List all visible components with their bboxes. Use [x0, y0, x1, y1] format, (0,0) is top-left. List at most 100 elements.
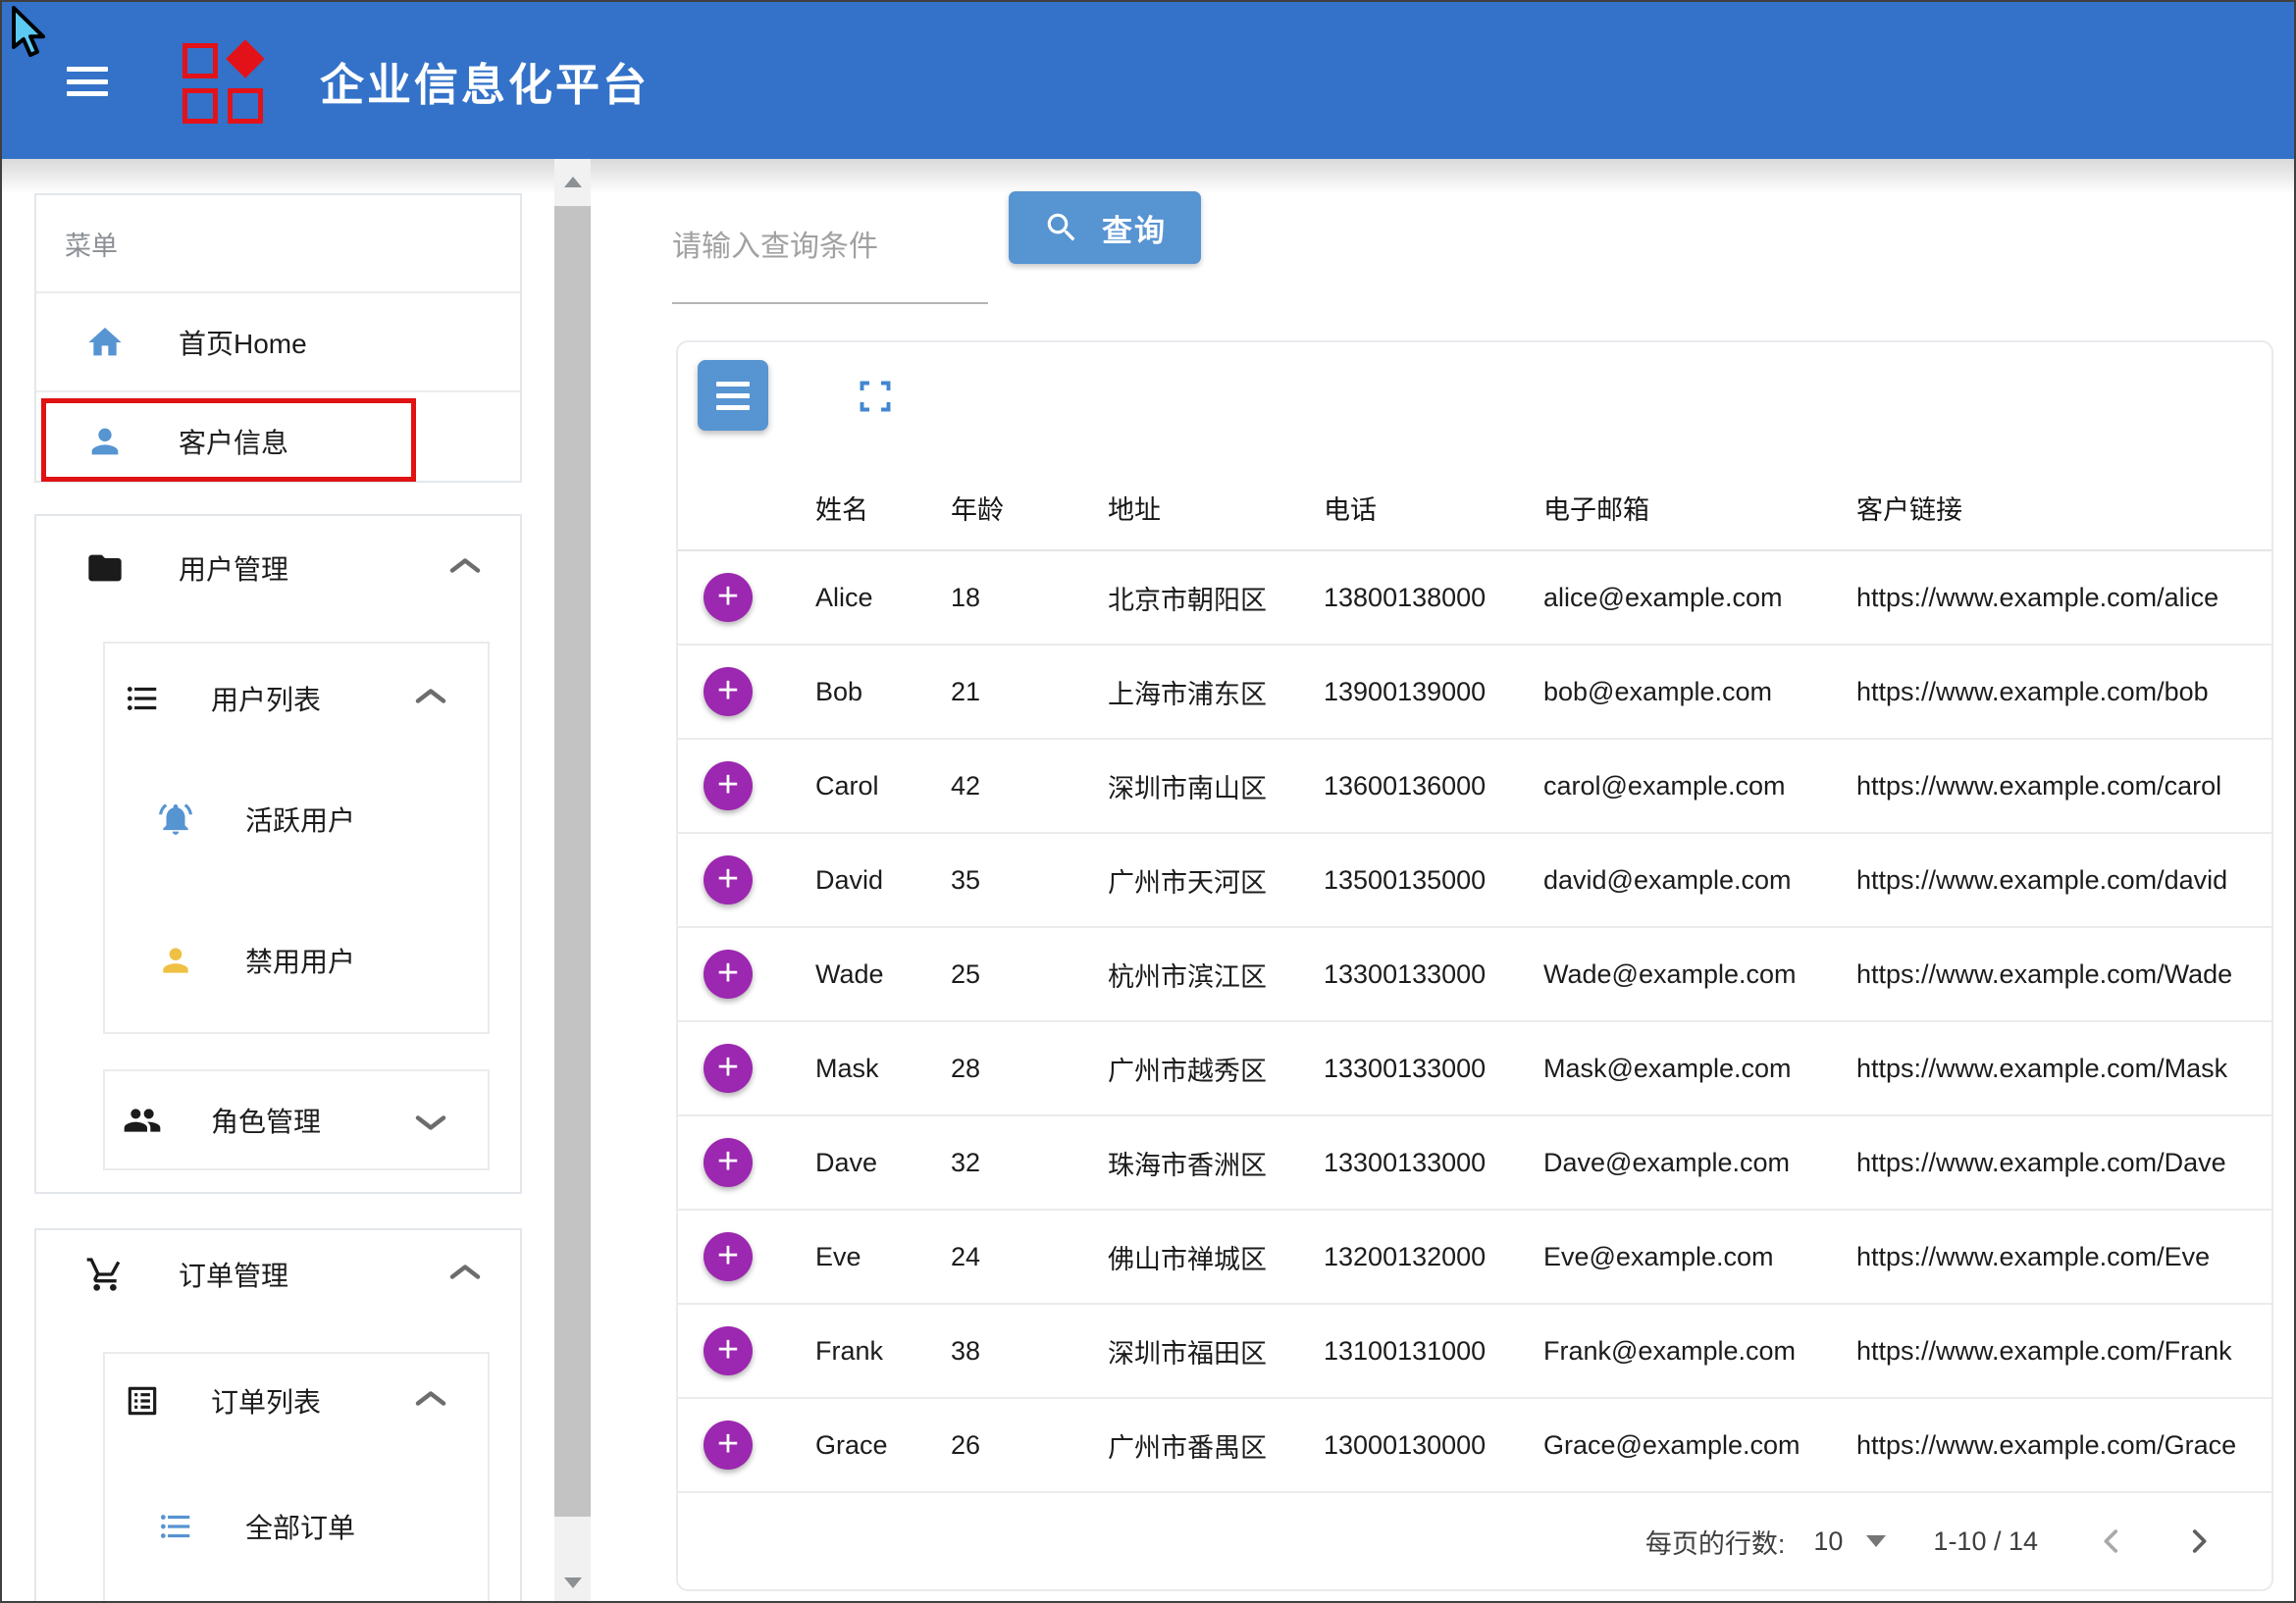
table-row: + Bob 21 上海市浦东区 13900139000 bob@example.… [678, 646, 2271, 740]
cell-expand: + [678, 1421, 815, 1470]
expand-row-button[interactable]: + [704, 761, 753, 810]
table-row: + Frank 38 深圳市福田区 13100131000 Frank@exam… [678, 1305, 2271, 1399]
sidebar-item-user-list[interactable]: 用户列表 [105, 644, 488, 753]
menu-label: 菜单 [65, 225, 118, 263]
scroll-up-button[interactable] [554, 159, 591, 204]
rows-per-page-value: 10 [1813, 1526, 1843, 1557]
table-toolbar [678, 342, 2271, 465]
cell-email: david@example.com [1543, 865, 1856, 896]
sidebar-item-active-users[interactable]: 活跃用户 [105, 753, 488, 885]
sidebar-item-order-list[interactable]: 订单列表 [105, 1354, 488, 1448]
cell-name: Frank [815, 1336, 951, 1367]
sidebar-item-disabled-users[interactable]: 禁用用户 [105, 885, 488, 1036]
expand-row-button[interactable]: + [704, 1326, 753, 1375]
expand-row-button[interactable]: + [704, 950, 753, 999]
table-row: + David 35 广州市天河区 13500135000 david@exam… [678, 834, 2271, 928]
cell-phone: 13500135000 [1324, 865, 1543, 896]
cell-address: 上海市浦东区 [1108, 673, 1324, 711]
chevron-right-icon [2182, 1525, 2216, 1558]
cell-age: 24 [951, 1242, 1108, 1272]
cell-link: https://www.example.com/Frank [1856, 1336, 2271, 1367]
cell-phone: 13800138000 [1324, 583, 1543, 613]
search-icon [1043, 209, 1080, 246]
chevron-down-icon [415, 1110, 446, 1132]
cell-email: Grace@example.com [1543, 1430, 1856, 1461]
next-page-button[interactable] [2182, 1525, 2216, 1558]
cell-name: Wade [815, 959, 951, 990]
cell-expand: + [678, 950, 815, 999]
table-pagination: 每页的行数: 10 1-10 / 14 [678, 1493, 2271, 1589]
plus-icon: + [717, 1143, 739, 1180]
chevron-left-icon [2095, 1525, 2128, 1558]
cell-age: 42 [951, 771, 1108, 802]
cell-age: 38 [951, 1336, 1108, 1367]
cell-address: 佛山市禅城区 [1108, 1238, 1324, 1276]
scrollbar-thumb[interactable] [554, 206, 591, 1517]
scroll-down-button[interactable] [554, 1560, 591, 1603]
chevron-up-icon [415, 1390, 446, 1413]
cell-link: https://www.example.com/carol [1856, 771, 2271, 802]
cell-name: David [815, 865, 951, 896]
plus-icon: + [717, 955, 739, 992]
app-title: 企业信息化平台 [320, 2, 650, 159]
cell-address: 广州市番禺区 [1108, 1426, 1324, 1465]
expand-row-button[interactable]: + [704, 573, 753, 622]
cell-name: Eve [815, 1242, 951, 1272]
rows-per-page-select[interactable]: 10 [1813, 1526, 1886, 1557]
sidebar-item-all-orders[interactable]: 全部订单 [105, 1448, 488, 1603]
cell-link: https://www.example.com/Mask [1856, 1054, 2271, 1084]
cell-expand: + [678, 1044, 815, 1093]
table-menu-button[interactable] [698, 360, 768, 431]
sidebar-item-customer-info[interactable]: 客户信息 [36, 392, 520, 490]
cell-link: https://www.example.com/Dave [1856, 1148, 2271, 1178]
query-button[interactable]: 查询 [1009, 191, 1201, 264]
cell-name: Alice [815, 583, 951, 613]
sidebar-item-order-mgmt[interactable]: 订单管理 [36, 1230, 520, 1319]
plus-icon: + [717, 766, 739, 803]
previous-page-button[interactable] [2095, 1525, 2128, 1558]
cell-link: https://www.example.com/Grace [1856, 1430, 2271, 1461]
folder-icon [83, 548, 127, 588]
cell-age: 35 [951, 865, 1108, 896]
expand-row-button[interactable]: + [704, 1044, 753, 1093]
list-icon [156, 1508, 195, 1545]
plus-icon: + [717, 672, 739, 709]
cell-age: 26 [951, 1430, 1108, 1461]
cell-address: 广州市天河区 [1108, 861, 1324, 900]
sidebar-item-home[interactable]: 首页Home [36, 293, 520, 392]
cell-name: Bob [815, 677, 951, 707]
sidebar-order-mgmt-card: 订单管理 订单列表 [34, 1228, 522, 1603]
app-header: 企业信息化平台 [2, 2, 2294, 159]
cell-phone: 13900139000 [1324, 677, 1543, 707]
fullscreen-button[interactable] [858, 379, 893, 414]
plus-icon: + [717, 1049, 739, 1086]
sidebar-item-role-mgmt[interactable]: 角色管理 [105, 1071, 488, 1169]
plus-icon: + [717, 1237, 739, 1274]
expand-row-button[interactable]: + [704, 1138, 753, 1187]
expand-row-button[interactable]: + [704, 1421, 753, 1470]
expand-row-button[interactable]: + [704, 855, 753, 905]
cell-expand: + [678, 1326, 815, 1375]
column-header-name: 姓名 [815, 489, 951, 527]
expand-row-button[interactable]: + [704, 1232, 753, 1281]
search-input[interactable]: 请输入查询条件 [672, 208, 988, 304]
cell-email: Frank@example.com [1543, 1336, 1856, 1367]
cell-link: https://www.example.com/Wade [1856, 959, 2271, 990]
cell-name: Dave [815, 1148, 951, 1178]
column-header-email: 电子邮箱 [1543, 489, 1856, 527]
cell-age: 21 [951, 677, 1108, 707]
sidebar-scrollbar[interactable] [554, 159, 591, 1603]
sidebar-item-user-mgmt[interactable]: 用户管理 [36, 516, 520, 620]
pagination-range: 1-10 / 14 [1933, 1526, 2038, 1557]
cell-address: 北京市朝阳区 [1108, 579, 1324, 617]
cell-expand: + [678, 667, 815, 716]
list-alt-icon [123, 1382, 162, 1420]
chevron-up-icon [449, 1264, 481, 1286]
menu-toggle-button[interactable] [67, 67, 108, 96]
cell-age: 28 [951, 1054, 1108, 1084]
expand-row-button[interactable]: + [704, 667, 753, 716]
query-button-label: 查询 [1102, 206, 1167, 250]
column-header-link: 客户链接 [1856, 489, 2271, 527]
hamburger-icon [716, 382, 750, 387]
cell-link: https://www.example.com/david [1856, 865, 2271, 896]
